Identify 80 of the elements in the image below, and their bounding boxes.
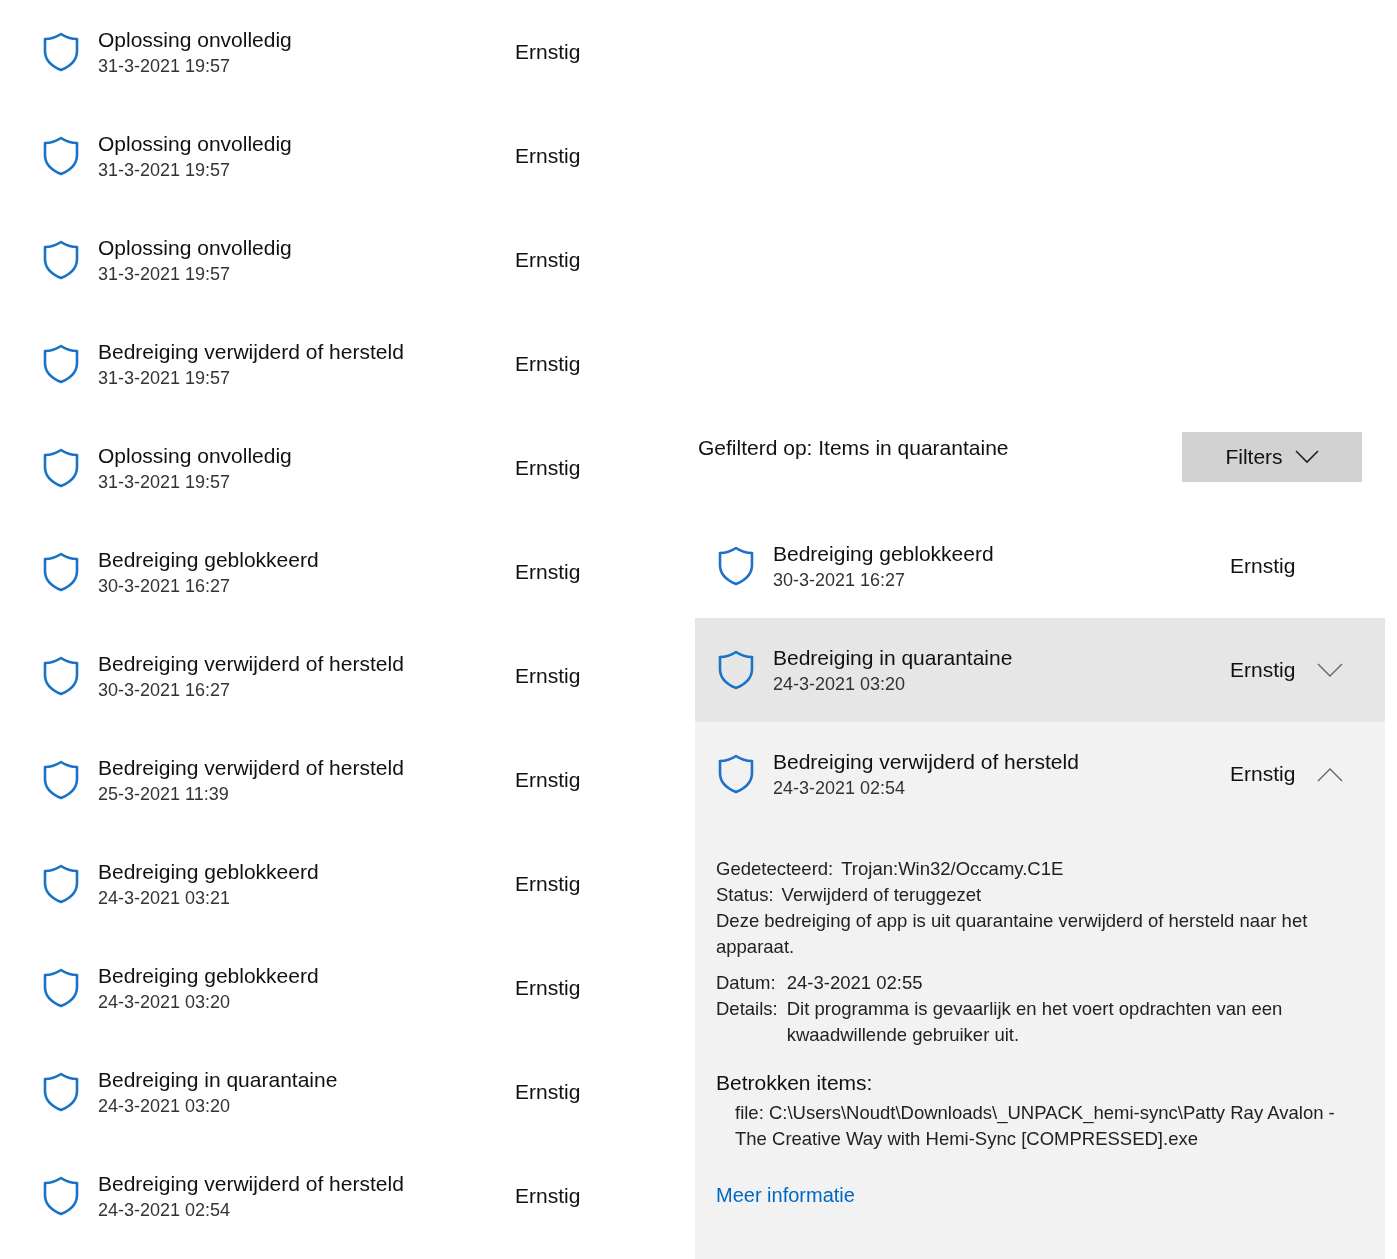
filters-button[interactable]: Filters [1182, 432, 1362, 482]
event-title: Bedreiging verwijderd of hersteld [98, 338, 405, 365]
severity-label: Ernstig [515, 456, 581, 480]
chevron-up-icon[interactable] [1317, 766, 1343, 782]
severity-label: Ernstig [515, 1184, 581, 1208]
event-time: 30-3-2021 16:27 [98, 574, 232, 598]
field-label: Details: [716, 997, 778, 1021]
event-title: Oplossing onvolledig [98, 442, 293, 469]
shield-icon [42, 240, 80, 280]
field-value: Verwijderd of teruggezet [781, 884, 982, 905]
shield-icon [717, 650, 755, 690]
chevron-down-icon [1294, 450, 1319, 464]
field-label: Status: [716, 884, 774, 905]
event-title: Bedreiging in quarantaine [98, 1066, 339, 1093]
event-time: 31-3-2021 19:57 [98, 158, 232, 182]
field-label: Datum: [716, 971, 777, 995]
event-time: 24-3-2021 02:54 [98, 1198, 232, 1222]
shield-icon [717, 754, 755, 794]
event-title: Bedreiging verwijderd of hersteld [98, 650, 405, 677]
event-title: Bedreiging verwijderd of hersteld [98, 1170, 405, 1197]
event-time: 24-3-2021 02:54 [773, 776, 907, 800]
field-label: Gedetecteerd: [716, 858, 834, 879]
shield-icon [42, 344, 80, 384]
severity-label: Ernstig [515, 352, 581, 376]
event-time: 31-3-2021 19:57 [98, 262, 232, 286]
event-title: Bedreiging geblokkeerd [98, 858, 320, 885]
file-path: file: C:\Users\Noudt\Downloads\_UNPACK_hemi-sync\Patty Ray Avalon - The Creative Way with Hemi-Sync [COMPRESSED].exe [734, 1101, 1336, 1151]
shield-icon [42, 136, 80, 176]
field-value: 24-3-2021 02:55 [786, 971, 924, 995]
event-time: 24-3-2021 03:20 [98, 990, 232, 1014]
severity-label: Ernstig [515, 768, 581, 792]
severity-label: Ernstig [1230, 762, 1297, 786]
event-time: 24-3-2021 03:20 [98, 1094, 232, 1118]
event-title: Oplossing onvolledig [98, 130, 293, 157]
shield-icon [42, 968, 80, 1008]
field-value: Dit programma is gevaarlijk en het voert opdrachten van een kwaadwillende gebruiker uit. [786, 997, 1284, 1047]
chevron-down-icon[interactable] [1317, 662, 1343, 678]
event-title: Bedreiging geblokkeerd [98, 546, 320, 573]
shield-icon [42, 1072, 80, 1112]
filter-label: Gefilterd op: Items in quarantaine [698, 435, 1010, 460]
severity-label: Ernstig [515, 872, 581, 896]
description-text: Deze bedreiging of app is uit quarantaine verwijderd of hersteld naar het apparaat. [716, 909, 1309, 959]
event-title: Oplossing onvolledig [98, 26, 293, 53]
more-info-link[interactable]: Meer informatie [716, 1182, 855, 1208]
shield-icon [42, 864, 80, 904]
event-title: Oplossing onvolledig [98, 234, 293, 261]
shield-icon [42, 760, 80, 800]
shield-icon [42, 552, 80, 592]
shield-icon [42, 32, 80, 72]
severity-label: Ernstig [515, 144, 581, 168]
shield-icon [717, 546, 755, 586]
threat-item[interactable]: Bedreiging geblokkeerd 30-3-2021 16:27 Ernstig [695, 514, 1385, 618]
severity-label: Ernstig [515, 664, 581, 688]
severity-label: Ernstig [1230, 554, 1297, 578]
shield-icon [42, 656, 80, 696]
event-time: 24-3-2021 03:21 [98, 886, 232, 910]
event-time: 25-3-2021 11:39 [98, 782, 230, 806]
threat-item[interactable]: Bedreiging in quarantaine 24-3-2021 03:20 Ernstig [695, 618, 1385, 722]
event-title: Bedreiging geblokkeerd [773, 540, 995, 567]
severity-label: Ernstig [515, 560, 581, 584]
event-time: 30-3-2021 16:27 [98, 678, 232, 702]
threat-item[interactable] [695, 722, 1385, 1259]
severity-label: Ernstig [515, 1080, 581, 1104]
event-title: Bedreiging geblokkeerd [98, 962, 320, 989]
event-title: Bedreiging verwijderd of hersteld [98, 754, 405, 781]
section-heading: Betrokken items: [716, 1070, 874, 1096]
event-title: Bedreiging verwijderd of hersteld [773, 748, 1080, 775]
severity-label: Ernstig [515, 976, 581, 1000]
event-time: 31-3-2021 19:57 [98, 54, 232, 78]
severity-label: Ernstig [1230, 658, 1297, 682]
event-time: 24-3-2021 03:20 [773, 672, 907, 696]
event-title: Bedreiging in quarantaine [773, 644, 1014, 671]
shield-icon [42, 1176, 80, 1216]
severity-label: Ernstig [515, 40, 581, 64]
severity-label: Ernstig [515, 248, 581, 272]
event-time: 31-3-2021 19:57 [98, 366, 232, 390]
shield-icon [42, 448, 80, 488]
event-time: 30-3-2021 16:27 [773, 568, 907, 592]
event-time: 31-3-2021 19:57 [98, 470, 232, 494]
field-value: Trojan:Win32/Occamy.C1E [841, 858, 1064, 879]
